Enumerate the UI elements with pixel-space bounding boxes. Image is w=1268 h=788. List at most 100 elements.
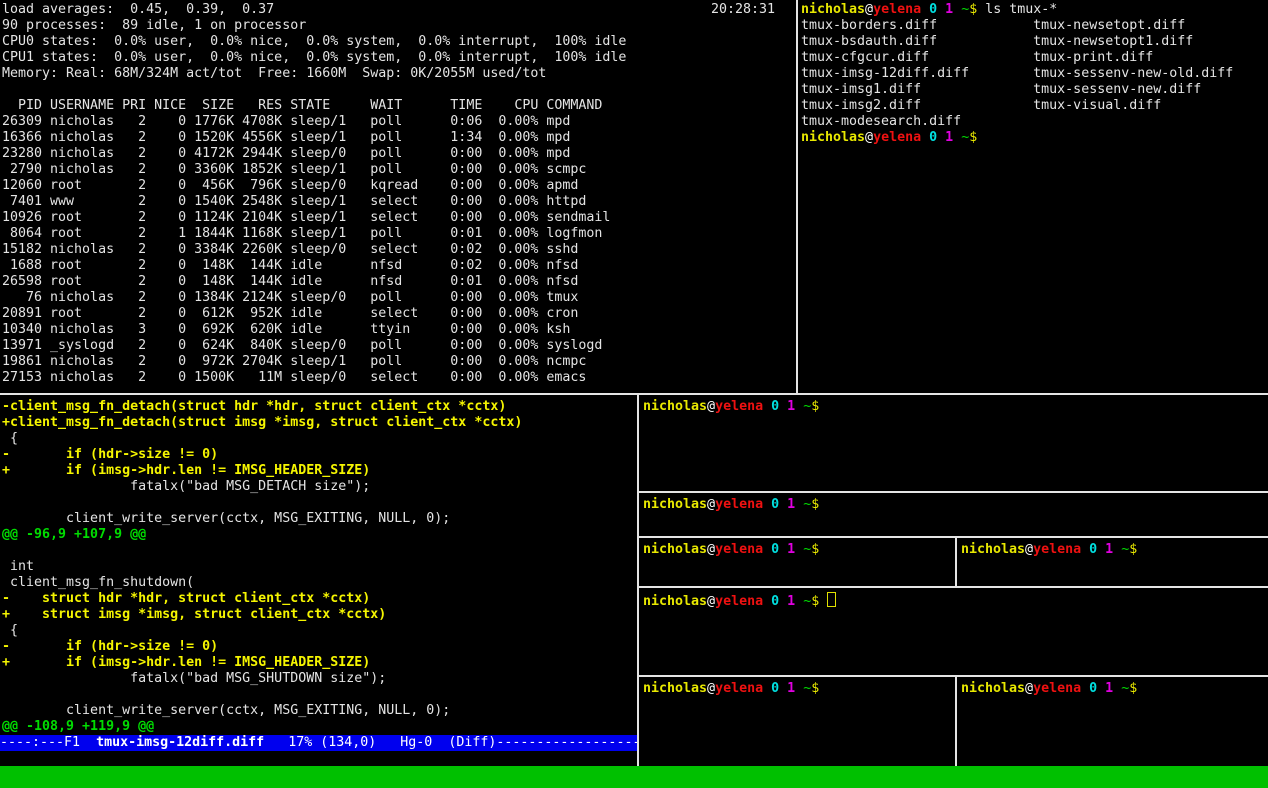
prompt-segment-6: 1 xyxy=(945,130,953,145)
prompt-segment-4: 0 xyxy=(1089,681,1097,696)
prompt-segment-0: nicholas xyxy=(643,594,707,609)
diff-line-removed: -client_msg_fn_detach(struct hdr *hdr, s… xyxy=(2,399,637,415)
prompt-segment-5 xyxy=(937,2,945,17)
diff-line-removed: - struct hdr *hdr, struct client_ctx *cc… xyxy=(2,591,637,607)
diff-line-ctx: client_write_server(cctx, MSG_EXITING, N… xyxy=(2,703,637,719)
ls-command-text: ls tmux-* xyxy=(977,2,1057,17)
prompt-segment-9: $ xyxy=(811,594,819,609)
ls-file-line: tmux-imsg-12diff.diff tmux-sessenv-new-o… xyxy=(801,66,1268,82)
ls-file-line: tmux-cfgcur.diff tmux-print.diff xyxy=(801,50,1268,66)
pane-shell-g[interactable]: nicholas@yelena 0 1 ~$ xyxy=(957,677,1268,766)
prompt-segment-5 xyxy=(1097,681,1105,696)
prompt-segment-6: 1 xyxy=(787,681,795,696)
diff-line-removed: - if (hdr->size != 0) xyxy=(2,447,637,463)
ls-file-line: tmux-bsdauth.diff tmux-newsetopt1.diff xyxy=(801,34,1268,50)
pane-emacs-diff[interactable]: -client_msg_fn_detach(struct hdr *hdr, s… xyxy=(0,395,637,766)
prompt-segment-4: 0 xyxy=(771,497,779,512)
prompt-segment-3 xyxy=(1081,542,1089,557)
pane-shell-e-active[interactable]: nicholas@yelena 0 1 ~$ xyxy=(639,588,1268,675)
ls-file-line: tmux-borders.diff tmux-newsetopt.diff xyxy=(801,18,1268,34)
prompt-segment-9: $ xyxy=(811,542,819,557)
prompt-segment-5 xyxy=(779,542,787,557)
diff-line-ctx: client_write_server(cctx, MSG_EXITING, N… xyxy=(2,511,637,527)
prompt-segment-0: nicholas xyxy=(643,681,707,696)
prompt-segment-5 xyxy=(937,130,945,145)
pane-shell-d[interactable]: nicholas@yelena 0 1 ~$ xyxy=(957,538,1268,586)
diff-line-ctx: client_msg_fn_shutdown( xyxy=(2,575,637,591)
prompt-segment-7 xyxy=(795,497,803,512)
prompt-segment-5 xyxy=(779,681,787,696)
prompt-segment-2: yelena xyxy=(715,594,763,609)
pane-top-process-monitor[interactable]: load averages: 0.45, 0.39, 0.37 90 proce… xyxy=(0,0,796,393)
prompt-segment-2: yelena xyxy=(1033,542,1081,557)
shell-prompt-line: nicholas@yelena 0 1 ~$ xyxy=(639,588,1268,610)
diff-line-hunk: @@ -96,9 +107,9 @@ xyxy=(2,527,637,543)
prompt-segment-0: nicholas xyxy=(643,399,707,414)
pane-shell-ls-output[interactable]: nicholas@yelena 0 1 ~$ ls tmux-*tmux-bor… xyxy=(799,0,1268,393)
prompt-segment-2: yelena xyxy=(715,542,763,557)
prompt-segment-6: 1 xyxy=(787,542,795,557)
prompt-segment-6: 1 xyxy=(787,594,795,609)
top-clock: 20:28:31 xyxy=(711,2,775,18)
prompt-segment-3 xyxy=(763,497,771,512)
diff-buffer-text: -client_msg_fn_detach(struct hdr *hdr, s… xyxy=(0,395,637,735)
prompt-segment-6: 1 xyxy=(1105,681,1113,696)
diff-line-ctx: { xyxy=(2,623,637,639)
prompt-segment-4: 0 xyxy=(771,399,779,414)
prompt-segment-7 xyxy=(1113,542,1121,557)
prompt-segment-1: @ xyxy=(1025,542,1033,557)
prompt-segment-1: @ xyxy=(707,399,715,414)
mode-line-prefix: ----:---F1 xyxy=(0,735,96,750)
prompt-segment-6: 1 xyxy=(787,497,795,512)
prompt-segment-9: $ xyxy=(1129,681,1137,696)
tmux-screen: load averages: 0.45, 0.39, 0.37 90 proce… xyxy=(0,0,1268,788)
prompt-segment-0: nicholas xyxy=(801,2,865,17)
prompt-segment-9: $ xyxy=(969,130,977,145)
prompt-segment-2: yelena xyxy=(715,399,763,414)
prompt-segment-2: yelena xyxy=(873,2,921,17)
shell-prompt-line: nicholas@yelena 0 1 ~$ xyxy=(957,677,1268,697)
ls-file-line: tmux-imsg1.diff tmux-sessenv-new.diff xyxy=(801,82,1268,98)
prompt-segment-8: ~ xyxy=(803,542,811,557)
shell-prompt-line: nicholas@yelena 0 1 ~$ xyxy=(639,538,955,558)
prompt-segment-7 xyxy=(1113,681,1121,696)
pane-shell-b[interactable]: nicholas@yelena 0 1 ~$ xyxy=(639,493,1268,536)
prompt-segment-6: 1 xyxy=(945,2,953,17)
diff-line-added: +client_msg_fn_detach(struct imsg *imsg,… xyxy=(2,415,637,431)
pane-border-vertical-top[interactable] xyxy=(796,0,798,393)
prompt-segment-8: ~ xyxy=(803,399,811,414)
diff-line-hunk: @@ -108,9 +119,9 @@ xyxy=(2,719,637,735)
prompt-segment-1: @ xyxy=(707,542,715,557)
pane-shell-f[interactable]: nicholas@yelena 0 1 ~$ xyxy=(639,677,955,766)
prompt-segment-8: ~ xyxy=(803,497,811,512)
mode-line-suffix: 17% (134,0) Hg-0 (Diff)-----------------… xyxy=(264,735,637,750)
shell-prompt-line: nicholas@yelena 0 1 ~$ xyxy=(639,493,1268,513)
prompt-segment-7 xyxy=(795,399,803,414)
prompt-segment-3 xyxy=(763,399,771,414)
diff-line-added: + if (imsg->hdr.len != IMSG_HEADER_SIZE) xyxy=(2,655,637,671)
prompt-segment-7 xyxy=(795,594,803,609)
ls-output-text: nicholas@yelena 0 1 ~$ ls tmux-*tmux-bor… xyxy=(799,0,1268,146)
prompt-segment-5 xyxy=(779,399,787,414)
prompt-segment-8: ~ xyxy=(1121,681,1129,696)
pane-shell-c[interactable]: nicholas@yelena 0 1 ~$ xyxy=(639,538,955,586)
prompt-segment-6: 1 xyxy=(787,399,795,414)
prompt-segment-6: 1 xyxy=(1105,542,1113,557)
prompt-segment-0: nicholas xyxy=(961,681,1025,696)
prompt-segment-9: $ xyxy=(1129,542,1137,557)
shell-prompt-line: nicholas@yelena 0 1 ~$ xyxy=(639,677,955,697)
diff-line-added: + if (imsg->hdr.len != IMSG_HEADER_SIZE) xyxy=(2,463,637,479)
shell-prompt-line: nicholas@yelena 0 1 ~$ xyxy=(801,130,1268,146)
emacs-mode-line: ----:---F1 tmux-imsg-12diff.diff 17% (13… xyxy=(0,735,637,751)
prompt-segment-4: 0 xyxy=(929,130,937,145)
prompt-segment-9: $ xyxy=(811,497,819,512)
prompt-segment-4: 0 xyxy=(929,2,937,17)
ls-file-line: tmux-modesearch.diff xyxy=(801,114,1268,130)
prompt-segment-7 xyxy=(953,130,961,145)
shell-prompt-line: nicholas@yelena 0 1 ~$ xyxy=(957,538,1268,558)
diff-line-ctx xyxy=(2,495,637,511)
prompt-segment-1: @ xyxy=(707,594,715,609)
pane-shell-a[interactable]: nicholas@yelena 0 1 ~$ xyxy=(639,395,1268,491)
prompt-segment-5 xyxy=(1097,542,1105,557)
ls-command-line: nicholas@yelena 0 1 ~$ ls tmux-* xyxy=(801,2,1268,18)
